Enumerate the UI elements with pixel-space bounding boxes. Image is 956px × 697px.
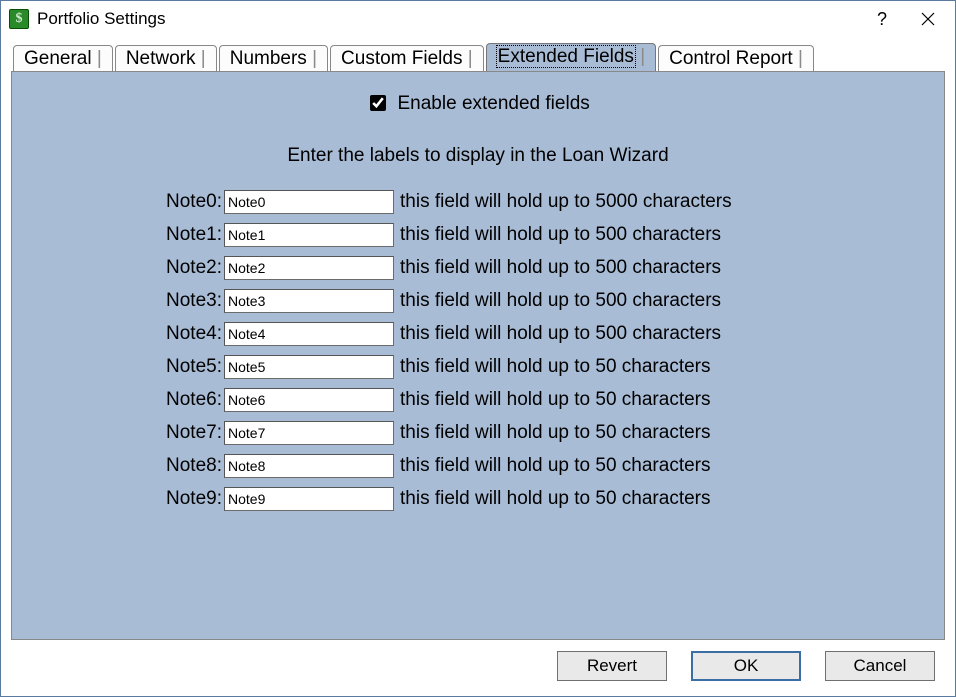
close-button[interactable] [905, 4, 951, 34]
enable-extended-fields-label[interactable]: Enable extended fields [366, 93, 590, 114]
note3-input[interactable] [224, 289, 394, 313]
note7-label: Note7: [156, 422, 222, 444]
note4-row: Note4: this field will hold up to 500 ch… [156, 317, 800, 350]
note2-input[interactable] [224, 256, 394, 280]
revert-button[interactable]: Revert [557, 651, 667, 681]
note2-row: Note2: this field will hold up to 500 ch… [156, 251, 800, 284]
note4-hint: this field will hold up to 500 character… [400, 323, 800, 345]
note8-row: Note8: this field will hold up to 50 cha… [156, 449, 800, 482]
note6-row: Note6: this field will hold up to 50 cha… [156, 383, 800, 416]
note2-label: Note2: [156, 257, 222, 279]
note0-input[interactable] [224, 190, 394, 214]
note9-row: Note9: this field will hold up to 50 cha… [156, 482, 800, 515]
titlebar: $ Portfolio Settings ? [1, 1, 955, 37]
close-icon [921, 12, 935, 26]
tab-extended-fields[interactable]: Extended Fields | [486, 43, 656, 72]
tabstrip: General | Network | Numbers | Custom Fie… [11, 43, 945, 72]
note1-hint: this field will hold up to 500 character… [400, 224, 800, 246]
fields-list: Note0: this field will hold up to 5000 c… [12, 185, 944, 515]
app-icon: $ [9, 9, 29, 29]
note0-hint: this field will hold up to 5000 characte… [400, 191, 800, 213]
note1-label: Note1: [156, 224, 222, 246]
note1-row: Note1: this field will hold up to 500 ch… [156, 218, 800, 251]
note4-input[interactable] [224, 322, 394, 346]
note9-hint: this field will hold up to 50 characters [400, 488, 800, 510]
note7-row: Note7: this field will hold up to 50 cha… [156, 416, 800, 449]
note2-hint: this field will hold up to 500 character… [400, 257, 800, 279]
enable-extended-fields-checkbox[interactable] [370, 95, 386, 111]
note7-input[interactable] [224, 421, 394, 445]
note8-label: Note8: [156, 455, 222, 477]
note0-label: Note0: [156, 191, 222, 213]
note9-input[interactable] [224, 487, 394, 511]
note5-input[interactable] [224, 355, 394, 379]
note6-label: Note6: [156, 389, 222, 411]
note8-input[interactable] [224, 454, 394, 478]
note4-label: Note4: [156, 323, 222, 345]
note6-input[interactable] [224, 388, 394, 412]
note3-label: Note3: [156, 290, 222, 312]
extended-fields-panel: Enable extended fields Enter the labels … [11, 71, 945, 640]
cancel-button[interactable]: Cancel [825, 651, 935, 681]
note5-row: Note5: this field will hold up to 50 cha… [156, 350, 800, 383]
note8-hint: this field will hold up to 50 characters [400, 455, 800, 477]
note5-hint: this field will hold up to 50 characters [400, 356, 800, 378]
help-button[interactable]: ? [859, 4, 905, 34]
portfolio-settings-window: $ Portfolio Settings ? General | Network… [0, 0, 956, 697]
tab-custom-fields[interactable]: Custom Fields | [330, 45, 484, 72]
tab-numbers[interactable]: Numbers | [219, 45, 328, 72]
button-bar: Revert OK Cancel [11, 640, 945, 686]
dollar-icon: $ [16, 12, 23, 26]
client-area: General | Network | Numbers | Custom Fie… [1, 37, 955, 696]
note0-row: Note0: this field will hold up to 5000 c… [156, 185, 800, 218]
note9-label: Note9: [156, 488, 222, 510]
enable-extended-fields-text: Enable extended fields [398, 93, 590, 114]
tab-network[interactable]: Network | [115, 45, 217, 72]
instructions-text: Enter the labels to display in the Loan … [12, 145, 944, 167]
tab-control-report[interactable]: Control Report | [658, 45, 814, 72]
window-title: Portfolio Settings [37, 9, 166, 29]
tab-general[interactable]: General | [13, 45, 113, 72]
note3-hint: this field will hold up to 500 character… [400, 290, 800, 312]
note7-hint: this field will hold up to 50 characters [400, 422, 800, 444]
note1-input[interactable] [224, 223, 394, 247]
note5-label: Note5: [156, 356, 222, 378]
ok-button[interactable]: OK [691, 651, 801, 681]
note6-hint: this field will hold up to 50 characters [400, 389, 800, 411]
note3-row: Note3: this field will hold up to 500 ch… [156, 284, 800, 317]
